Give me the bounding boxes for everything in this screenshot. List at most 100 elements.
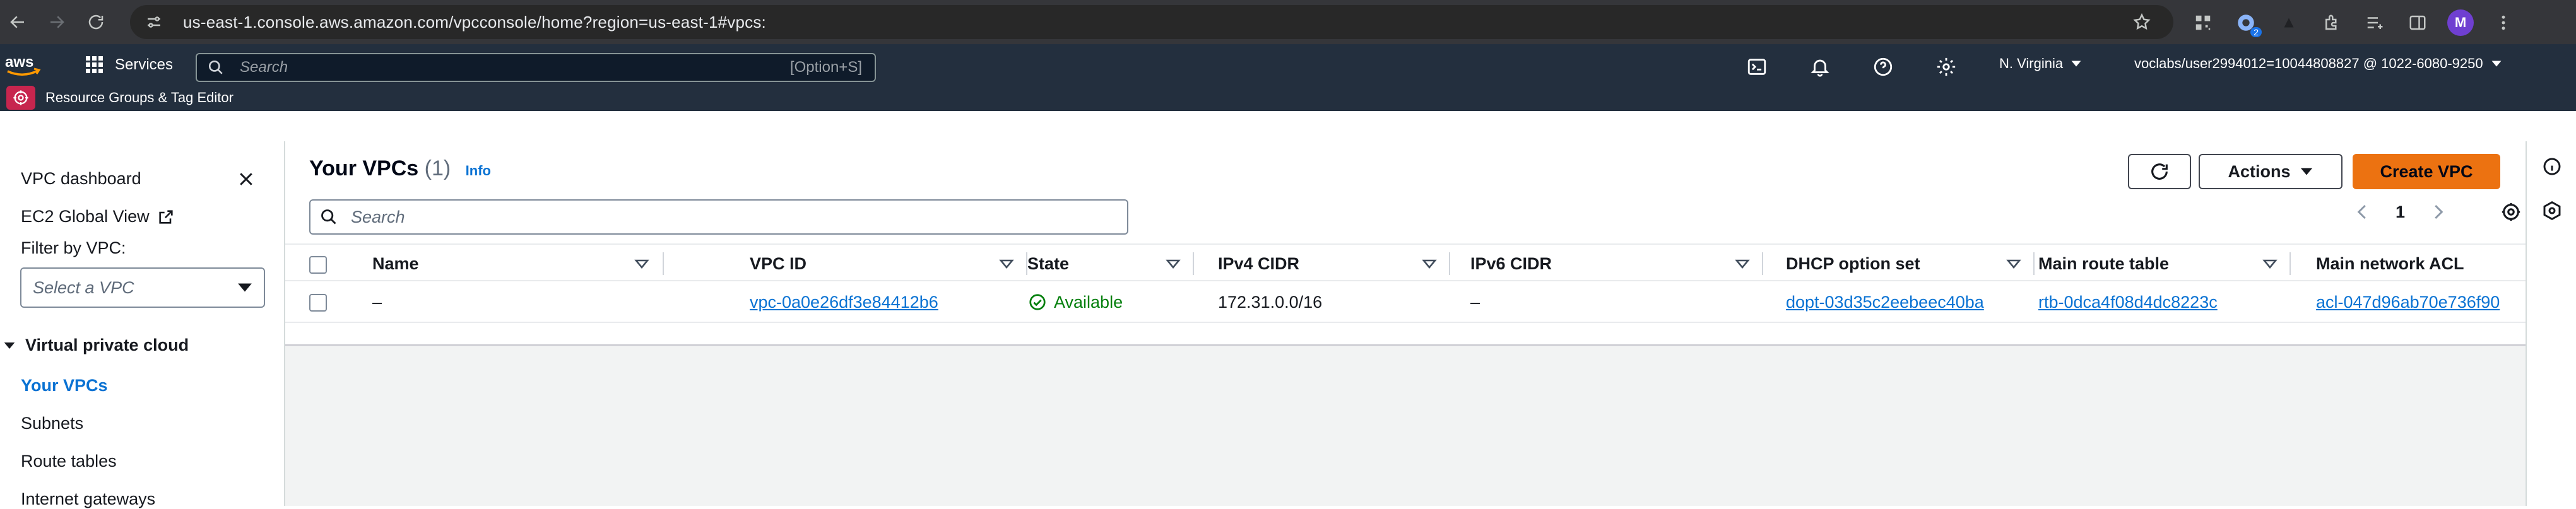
region-label: N. Virginia — [1999, 56, 2064, 71]
row-checkbox[interactable] — [309, 294, 327, 312]
column-divider[interactable] — [663, 252, 664, 275]
chevron-left-icon[interactable] — [2353, 202, 2373, 222]
status-check-icon — [1027, 292, 1048, 312]
vpc-filter-placeholder: Select a VPC — [33, 278, 134, 297]
sidebar-item-internet-gateways[interactable]: Internet gateways — [21, 489, 155, 509]
cell-ipv6-cidr: – — [1470, 292, 1480, 312]
qr-code-icon[interactable] — [2190, 9, 2216, 36]
kebab-menu-icon[interactable] — [2490, 9, 2517, 36]
column-label: Main network ACL — [2316, 254, 2464, 273]
vpcs-table-panel: Your VPCs (1) Info Actions Create VPC Se… — [285, 141, 2526, 346]
state-label: Available — [1054, 292, 1123, 312]
vpc-filter-select[interactable]: Select a VPC — [20, 267, 265, 308]
column-label: IPv4 CIDR — [1218, 254, 1300, 273]
info-link[interactable]: Info — [466, 163, 491, 178]
account-menu[interactable]: voclabs/user2994012=10044808827 @ 1022-6… — [2134, 56, 2502, 72]
cell-vpc-id-link[interactable]: vpc-0a0e26df3e84412b6 — [750, 281, 938, 323]
preferences-gear-icon[interactable] — [2500, 201, 2522, 223]
region-selector[interactable]: N. Virginia — [1999, 56, 2082, 72]
cell-main-route-table-link[interactable]: rtb-0dca4f08d4dc8223c — [2038, 281, 2218, 323]
address-bar[interactable]: us-east-1.console.aws.amazon.com/vpccons… — [130, 5, 2173, 39]
column-header-main-route-table[interactable]: Main route table — [2038, 245, 2316, 283]
resource-groups-link[interactable]: Resource Groups & Tag Editor — [45, 90, 233, 106]
aws-search-input[interactable]: Search [Option+S] — [196, 53, 876, 82]
column-divider[interactable] — [1193, 252, 1194, 275]
services-grid-icon — [85, 55, 105, 75]
column-label: Main route table — [2038, 254, 2170, 273]
chevron-right-icon[interactable] — [2428, 202, 2448, 222]
puzzle-extensions-icon[interactable] — [2319, 9, 2345, 36]
account-label: voclabs/user2994012=10044808827 @ 1022-6… — [2134, 56, 2483, 71]
cell-dhcp-option-set-link[interactable]: dopt-03d35c2eebeec40ba — [1786, 281, 1984, 323]
aws-top-navigation: aws Services Search [Option+S] N. Virgin… — [0, 44, 2576, 111]
column-header-main-network-acl[interactable]: Main network ACL — [2316, 245, 2524, 283]
column-header-name[interactable]: Name — [372, 245, 664, 283]
forward-arrow-icon[interactable] — [44, 9, 69, 35]
cell-main-network-acl-link[interactable]: acl-047d96ab70e736f90 — [2316, 281, 2500, 323]
refresh-icon — [2149, 161, 2170, 182]
column-header-ipv6-cidr[interactable]: IPv6 CIDR — [1470, 245, 1786, 283]
sort-caret-icon[interactable] — [998, 255, 1015, 272]
profile-avatar[interactable]: M — [2447, 9, 2474, 36]
sidebar-item-ec2-global-view[interactable]: EC2 Global View — [21, 207, 175, 226]
column-label: VPC ID — [750, 254, 807, 273]
vpc-search-input[interactable]: Search — [309, 199, 1128, 235]
back-arrow-icon[interactable] — [5, 9, 30, 35]
hexagon-settings-icon[interactable] — [2541, 199, 2563, 222]
pagination: 1 — [2353, 201, 2522, 223]
info-circle-icon[interactable] — [2541, 155, 2563, 178]
sort-caret-icon[interactable] — [1165, 255, 1181, 272]
cloudshell-icon[interactable] — [1746, 56, 1768, 78]
resource-groups-icon[interactable] — [6, 86, 35, 110]
column-header-dhcp-option-set[interactable]: DHCP option set — [1786, 245, 2064, 283]
site-settings-icon[interactable] — [141, 9, 167, 35]
notifications-bell-icon[interactable] — [1809, 56, 1831, 78]
sort-caret-icon[interactable] — [2262, 255, 2278, 272]
sidebar-item-your-vpcs[interactable]: Your VPCs — [21, 376, 108, 395]
select-all-checkbox[interactable] — [309, 256, 327, 274]
main-content: Your VPCs (1) Info Actions Create VPC Se… — [285, 141, 2526, 506]
extension-badge-icon[interactable]: 2 — [2233, 9, 2262, 37]
column-divider[interactable] — [2033, 252, 2035, 275]
sidebar-item-route-tables[interactable]: Route tables — [21, 452, 117, 471]
column-divider[interactable] — [1762, 252, 1763, 275]
bookmark-star-icon[interactable] — [2129, 9, 2154, 35]
actions-dropdown-button[interactable]: Actions — [2199, 154, 2343, 189]
sort-caret-icon[interactable] — [1734, 255, 1751, 272]
svg-text:aws: aws — [5, 54, 33, 71]
column-divider[interactable] — [1449, 252, 1450, 275]
services-label: Services — [115, 56, 174, 73]
settings-gear-icon[interactable] — [1935, 56, 1958, 78]
record-icon[interactable] — [2276, 9, 2302, 36]
aws-logo-icon[interactable]: aws — [4, 52, 44, 78]
column-divider[interactable] — [2289, 252, 2291, 275]
column-header-ipv4-cidr[interactable]: IPv4 CIDR — [1218, 245, 1473, 283]
search-icon — [319, 208, 338, 226]
actions-label: Actions — [2228, 161, 2291, 181]
close-icon[interactable] — [233, 167, 259, 192]
table-row[interactable]: – vpc-0a0e26df3e84412b6 Available 172.31… — [285, 281, 2526, 323]
column-header-state[interactable]: State — [1027, 245, 1220, 283]
sidebar-item-vpc-dashboard[interactable]: VPC dashboard — [21, 169, 141, 189]
cell-ipv4-cidr: 172.31.0.0/16 — [1218, 292, 1323, 312]
sort-caret-icon[interactable] — [1421, 255, 1438, 272]
refresh-button[interactable] — [2128, 154, 2191, 189]
create-vpc-button[interactable]: Create VPC — [2353, 154, 2500, 189]
virtual-private-cloud-section[interactable]: Virtual private cloud — [0, 336, 189, 355]
column-header-vpc-id[interactable]: VPC ID — [750, 245, 1029, 283]
side-panel-icon[interactable] — [2404, 9, 2431, 36]
services-menu-button[interactable]: Services — [85, 53, 173, 77]
sort-caret-icon[interactable] — [2006, 255, 2022, 272]
cell-name: – — [372, 292, 382, 312]
vpc-count: (1) — [424, 156, 451, 180]
page-number[interactable]: 1 — [2396, 202, 2405, 222]
sort-caret-icon[interactable] — [634, 255, 650, 272]
page-title: Your VPCs (1) Info — [309, 156, 491, 181]
caret-down-icon — [236, 279, 254, 296]
media-queue-icon[interactable] — [2361, 9, 2388, 36]
sidebar-item-subnets[interactable]: Subnets — [21, 414, 83, 433]
title-text: Your VPCs — [309, 156, 419, 180]
help-icon[interactable] — [1872, 56, 1894, 78]
reload-icon[interactable] — [83, 9, 109, 35]
url-text[interactable]: us-east-1.console.aws.amazon.com/vpccons… — [183, 13, 766, 32]
